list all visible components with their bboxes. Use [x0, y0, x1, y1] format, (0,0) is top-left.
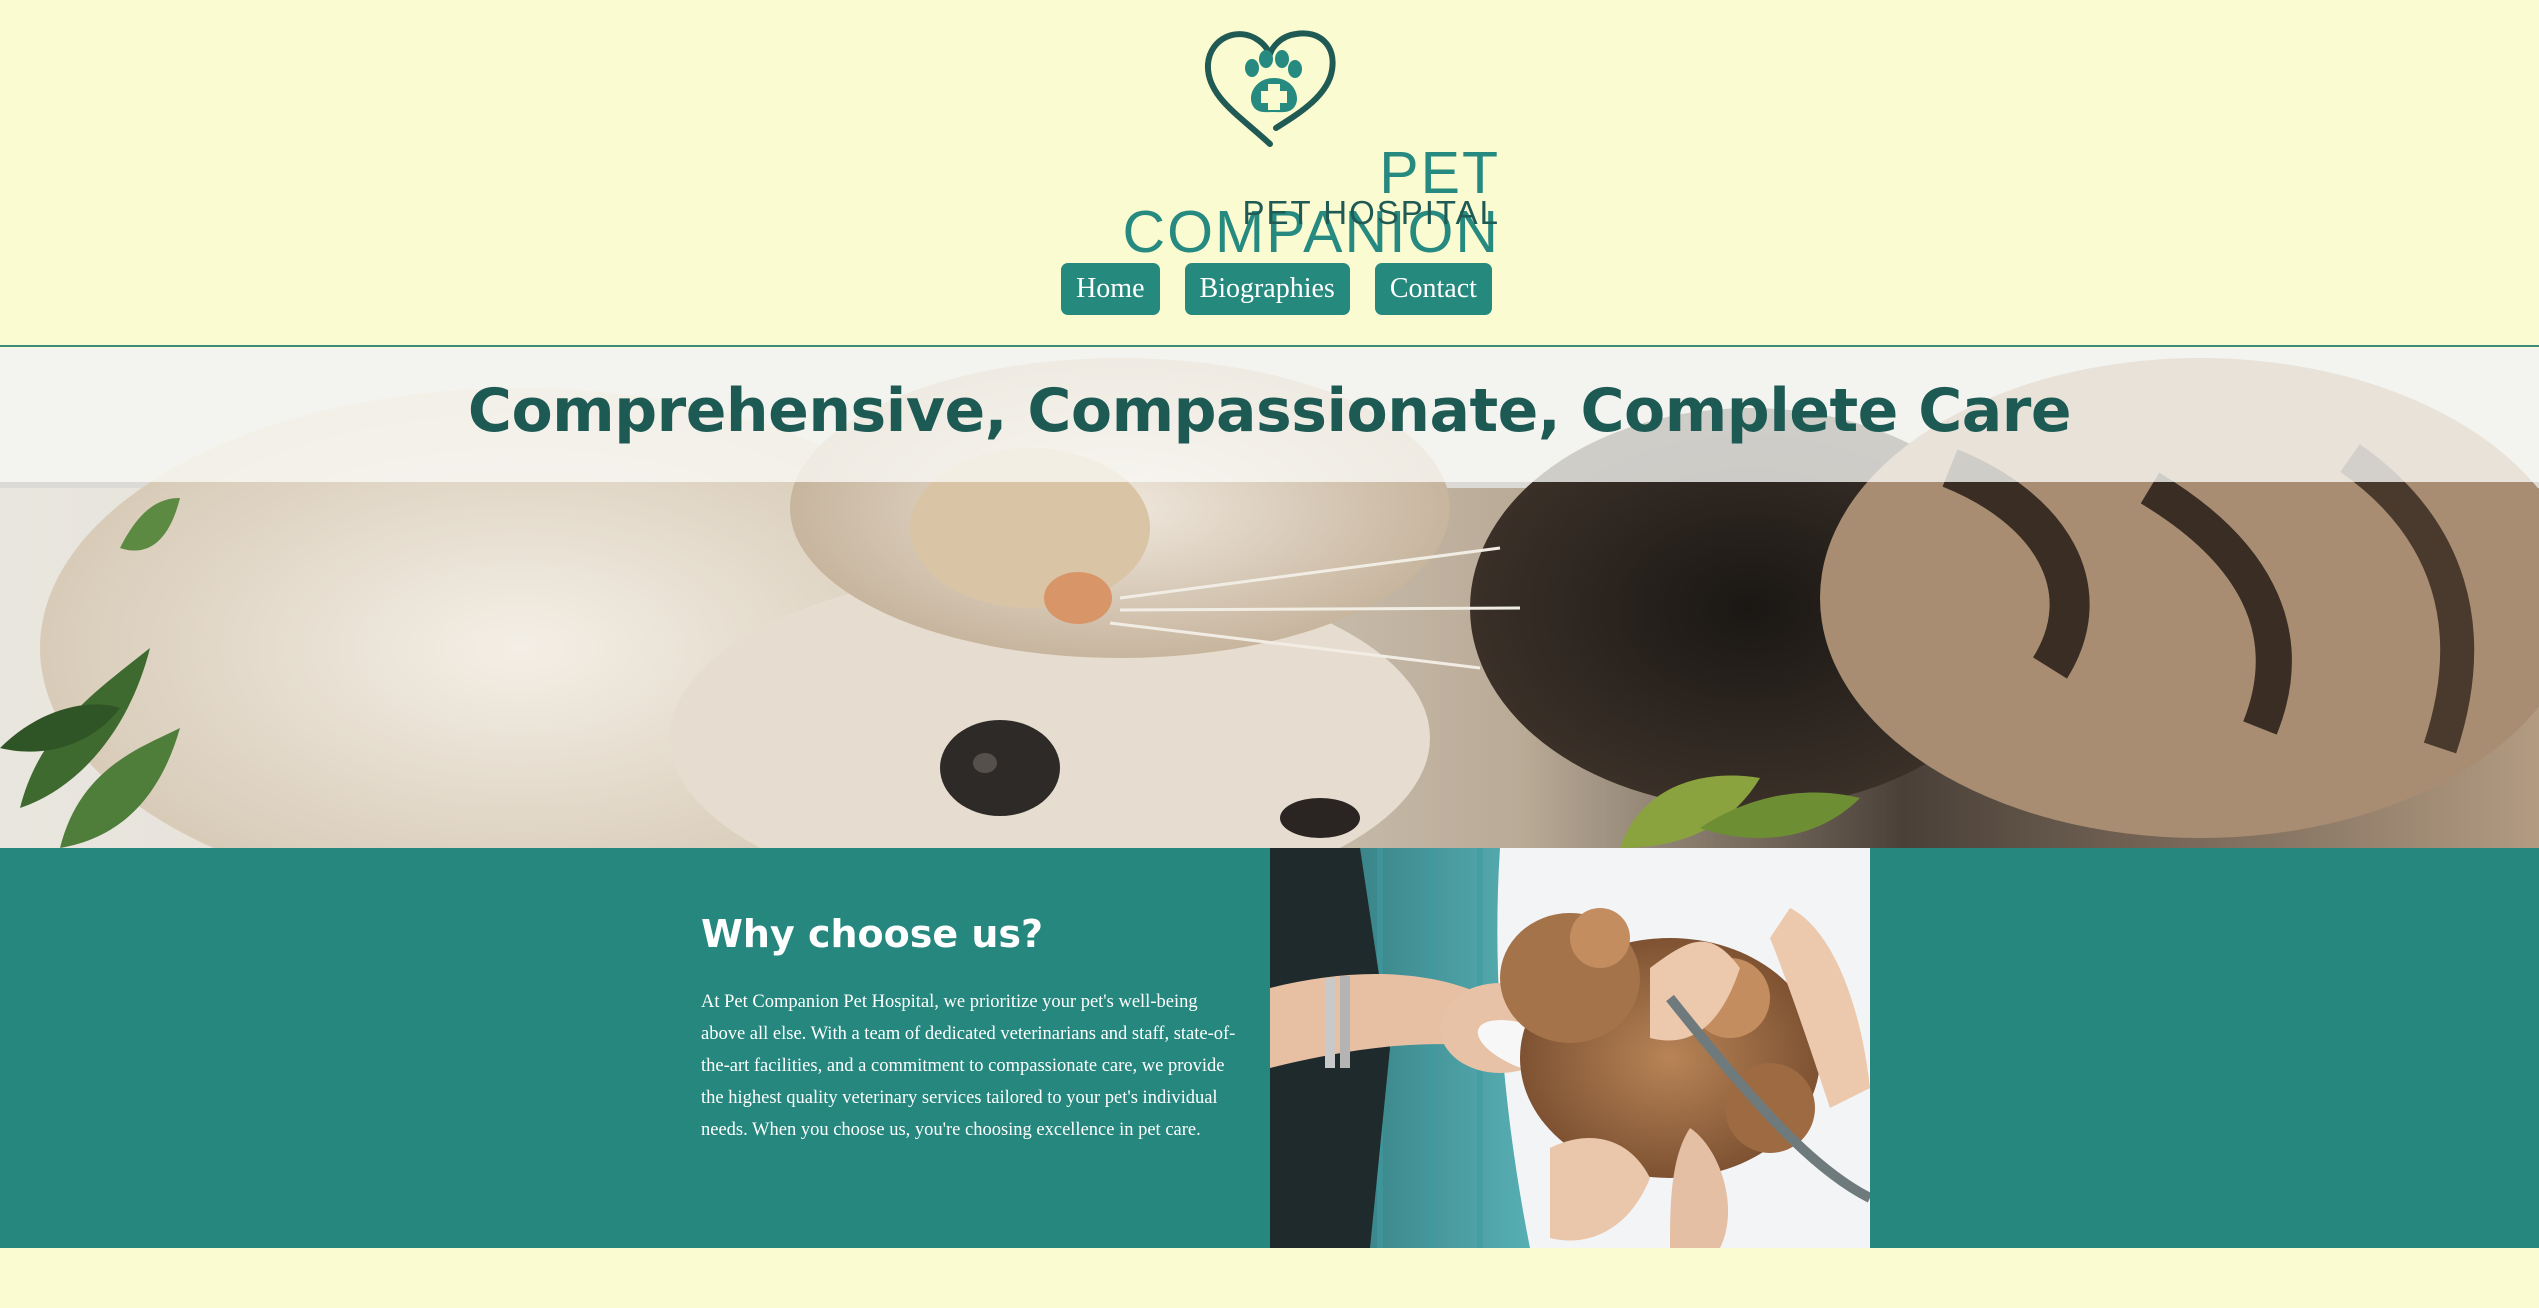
why-body-text: At Pet Companion Pet Hospital, we priori… — [701, 992, 1236, 1140]
nav-contact-button[interactable]: Contact — [1374, 263, 1492, 315]
heart-paw-logo-icon — [1204, 30, 1336, 147]
hero-banner: Comprehensive, Compassionate, Complete C… — [0, 348, 2539, 848]
nav-biographies-button[interactable]: Biographies — [1184, 263, 1350, 315]
logo-subtitle: PET HOSPITAL — [1242, 194, 1500, 231]
hero-title: Comprehensive, Compassionate, Complete C… — [467, 376, 2072, 446]
main-nav: Home Biographies Contact — [0, 263, 2539, 315]
site-logo[interactable]: PET COMPANION PET HOSPITAL — [1040, 26, 1500, 262]
nav-home-button[interactable]: Home — [1061, 263, 1160, 315]
why-heading: Why choose us? — [701, 912, 1044, 956]
why-choose-us-section: Why choose us? At Pet Companion Pet Hosp… — [0, 848, 2539, 1248]
puppy-feeding-photo — [1270, 848, 1870, 1248]
site-header: PET COMPANION PET HOSPITAL Home Biograph… — [0, 0, 2539, 347]
